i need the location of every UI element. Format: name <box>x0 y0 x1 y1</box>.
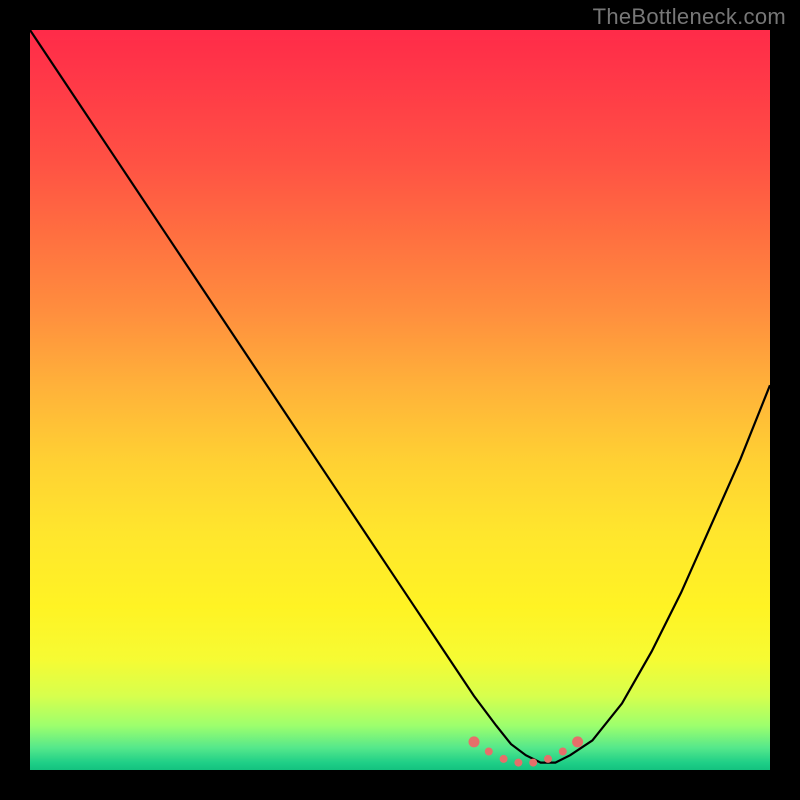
marker-dot <box>514 759 522 767</box>
watermark-text: TheBottleneck.com <box>593 4 786 30</box>
marker-dot <box>529 759 537 767</box>
marker-dot <box>485 748 493 756</box>
marker-dot <box>469 736 480 747</box>
bottleneck-curve <box>30 30 770 770</box>
marker-dot <box>500 755 508 763</box>
recommended-range-markers <box>469 736 584 766</box>
marker-dot <box>572 736 583 747</box>
curve-line <box>30 30 770 763</box>
chart-frame: TheBottleneck.com <box>0 0 800 800</box>
plot-area <box>30 30 770 770</box>
marker-dot <box>544 755 552 763</box>
marker-dot <box>559 748 567 756</box>
